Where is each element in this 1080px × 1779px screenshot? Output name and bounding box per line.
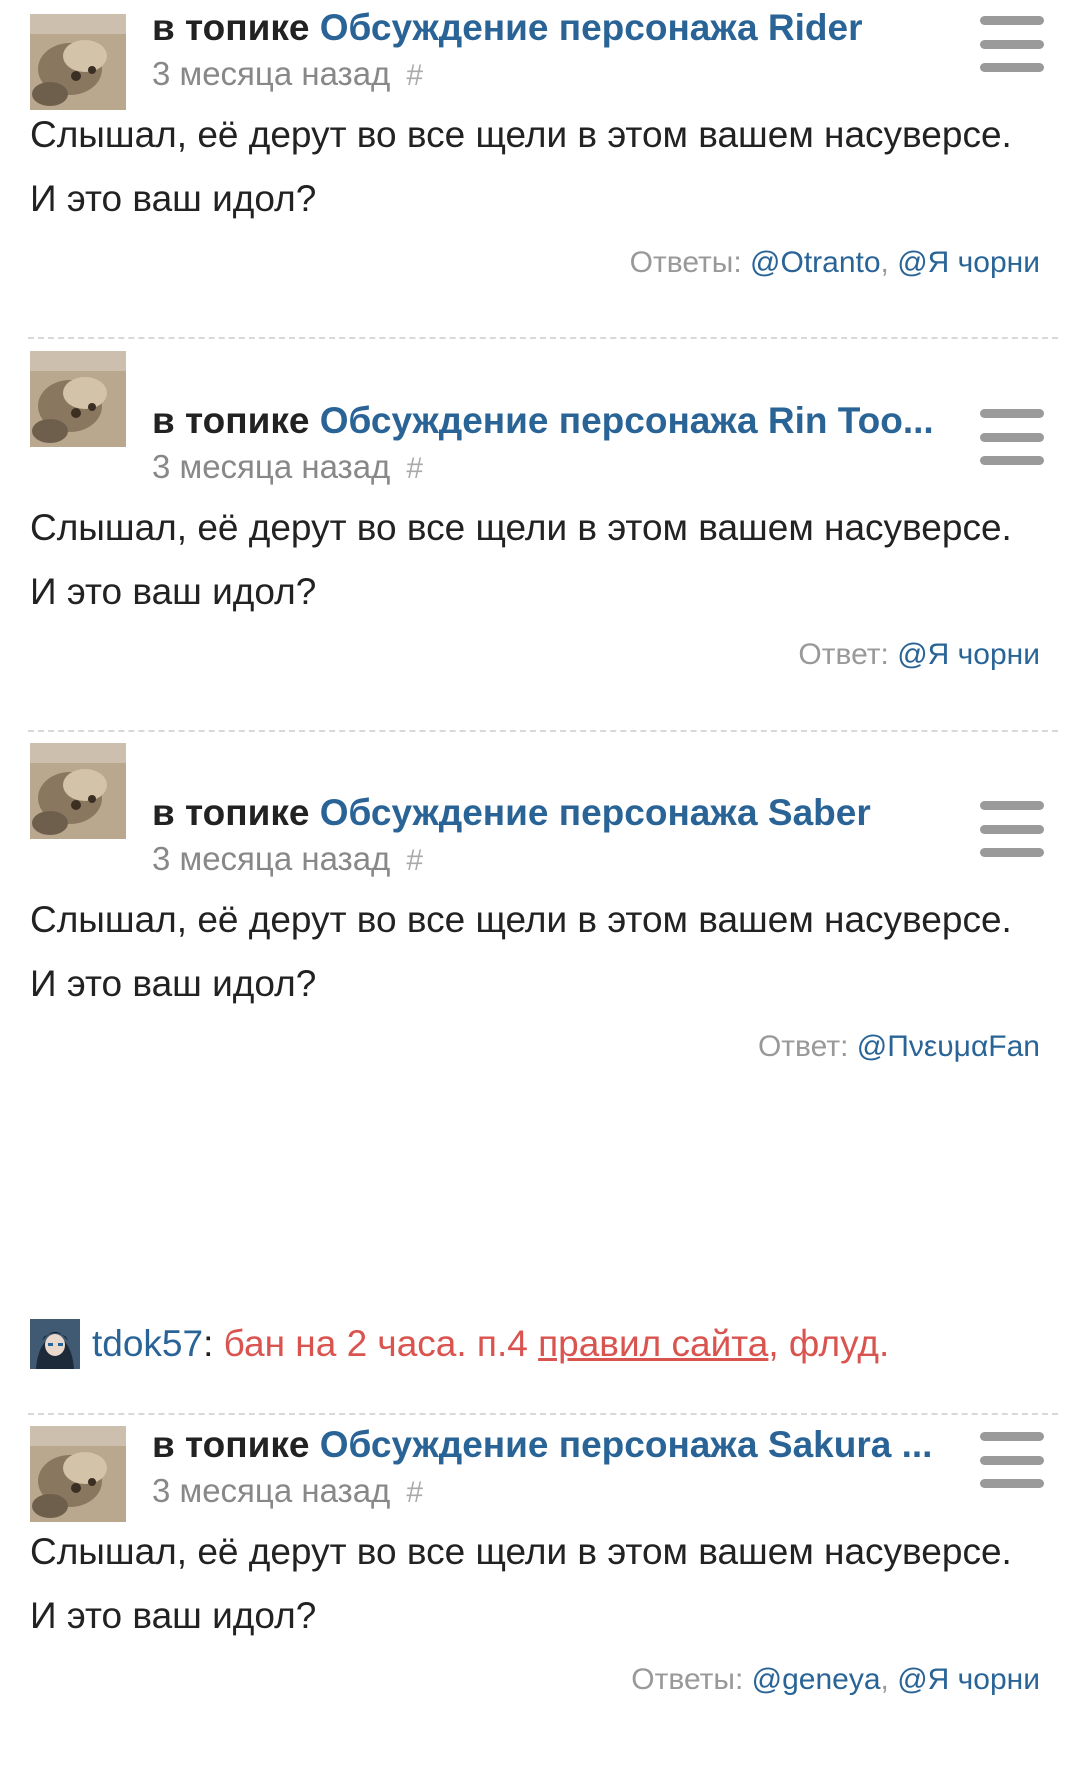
- time-text: 3 месяца назад: [152, 448, 391, 485]
- divider: [28, 730, 1058, 732]
- topic-prefix: в топике: [152, 1424, 310, 1465]
- ban-reason: , флуд.: [768, 1323, 890, 1364]
- hamburger-menu-icon[interactable]: [980, 16, 1044, 72]
- reply-link[interactable]: @ΠνευμαFan: [857, 1030, 1040, 1063]
- ban-notice: tdok57: бан на 2 часа. п.4 правил сайта,…: [30, 1318, 889, 1370]
- cat-avatar-image[interactable]: [30, 14, 126, 110]
- reply-link[interactable]: @Otranto: [750, 246, 881, 279]
- comment-text: Слышал, её дерут во все щели в этом ваше…: [30, 1531, 1012, 1636]
- comment-text: Слышал, её дерут во все щели в этом ваше…: [30, 899, 1012, 1004]
- replies-label: Ответы:: [631, 1663, 744, 1696]
- divider: [28, 1413, 1058, 1415]
- topic-link[interactable]: Обсуждение персонажа Rider: [320, 7, 863, 48]
- permalink-hash[interactable]: #: [406, 844, 423, 877]
- replies: Ответ: @ΠνευμαFan: [758, 1027, 1040, 1067]
- timestamp: 3 месяца назад #: [152, 447, 423, 489]
- reply-link[interactable]: @Я чорни: [897, 246, 1040, 279]
- topic-prefix: в топике: [152, 400, 310, 441]
- hamburger-menu-icon[interactable]: [980, 409, 1044, 465]
- topic-line: в топике Обсуждение персонажа Rider: [152, 6, 942, 50]
- time-text: 3 месяца назад: [152, 840, 391, 877]
- replies-label: Ответ:: [757, 1030, 849, 1063]
- hamburger-menu-icon[interactable]: [980, 801, 1044, 857]
- time-text: 3 месяца назад: [152, 55, 391, 92]
- topic-link[interactable]: Обсуждение персонажа Sakura ...: [320, 1424, 933, 1465]
- reply-link[interactable]: @Я чорни: [897, 638, 1040, 671]
- replies: Ответ: @Я чорни: [798, 635, 1040, 675]
- permalink-hash[interactable]: #: [406, 452, 423, 485]
- cat-avatar-image[interactable]: [30, 743, 126, 839]
- topic-link[interactable]: Обсуждение персонажа Saber: [320, 792, 871, 833]
- replies: Ответы: @geneya, @Я чорни: [631, 1663, 1040, 1696]
- user-avatar-image[interactable]: [30, 1319, 80, 1369]
- cat-avatar-image[interactable]: [30, 1426, 126, 1522]
- timestamp: 3 месяца назад #: [152, 839, 423, 881]
- reply-link[interactable]: @geneya: [752, 1663, 881, 1696]
- timestamp: 3 месяца назад #: [152, 54, 423, 96]
- site-rules-link[interactable]: правил сайта: [538, 1323, 768, 1365]
- ban-text: бан на 2 часа. п.4: [213, 1323, 539, 1364]
- topic-line: в топике Обсуждение персонажа Rin Too...: [152, 399, 942, 443]
- topic-link[interactable]: Обсуждение персонажа Rin Too...: [320, 400, 934, 441]
- reply-link[interactable]: @Я чорни: [897, 1663, 1040, 1696]
- comment-text: Слышал, её дерут во все щели в этом ваше…: [30, 507, 1012, 612]
- topic-prefix: в топике: [152, 792, 310, 833]
- replies: Ответы: @Otranto, @Я чорни: [629, 246, 1040, 279]
- ban-colon: :: [203, 1323, 214, 1364]
- replies-label: Ответ:: [798, 638, 889, 671]
- topic-prefix: в топике: [152, 7, 310, 48]
- topic-line: в топике Обсуждение персонажа Sakura ...: [152, 1423, 942, 1467]
- cat-avatar-image[interactable]: [30, 351, 126, 447]
- ban-username-link[interactable]: tdok57: [92, 1323, 203, 1365]
- permalink-hash[interactable]: #: [406, 59, 423, 92]
- comment-text: Слышал, её дерут во все щели в этом ваше…: [30, 114, 1012, 219]
- replies-label: Ответы:: [629, 246, 742, 279]
- permalink-hash[interactable]: #: [406, 1476, 423, 1509]
- topic-line: в топике Обсуждение персонажа Saber: [152, 791, 942, 835]
- divider: [28, 337, 1058, 339]
- hamburger-menu-icon[interactable]: [980, 1432, 1044, 1488]
- time-text: 3 месяца назад: [152, 1472, 391, 1509]
- timestamp: 3 месяца назад #: [152, 1471, 423, 1513]
